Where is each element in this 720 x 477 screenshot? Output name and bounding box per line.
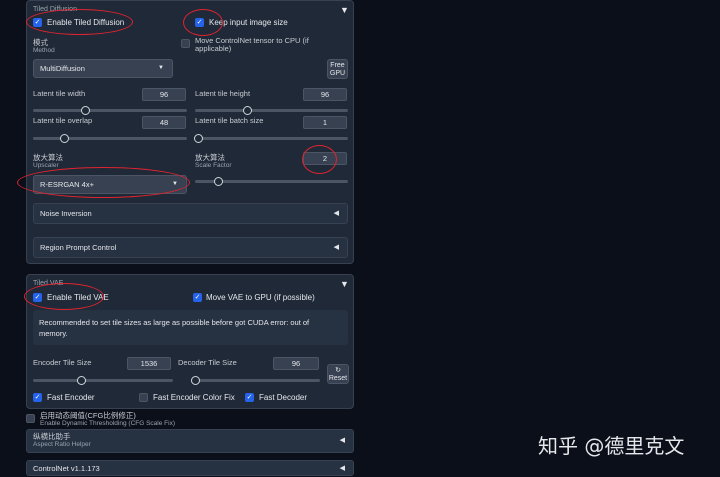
latent-tile-height-slider-handle[interactable] [243,106,252,115]
annotation-circle-keep-input-size [183,9,223,36]
latent-tile-height-label: Latent tile height [195,89,251,98]
vae-notice-box: Recommended to set tile sizes as large a… [33,310,348,345]
latent-tile-overlap-slider[interactable] [33,137,187,140]
move-controlnet-checkbox[interactable] [181,39,190,48]
latent-tile-height-input[interactable]: 96 [303,88,347,101]
fast-encoder-label: Fast Encoder [47,393,95,402]
decoder-tile-size-slider-handle[interactable] [191,376,200,385]
fast-encoder-checkbox[interactable]: ✓ [33,393,42,402]
move-vae-gpu-label: Move VAE to GPU (if possible) [206,293,315,302]
collapse-triangle-icon[interactable]: ▼ [340,5,349,15]
expand-triangle-icon: ◀ [339,465,345,472]
dynamic-threshold-label: 启用动态阈值(CFG比例修正) Enable Dynamic Threshold… [40,411,175,428]
latent-tile-batch-label: Latent tile batch size [195,116,264,125]
dynamic-threshold-checkbox[interactable] [26,414,35,423]
upscaler-label: 放大算法 Upscaler [33,153,63,170]
encoder-tile-size-label: Encoder Tile Size [33,358,92,367]
region-prompt-accordion[interactable]: Region Prompt Control ◀ [33,237,348,258]
move-controlnet-label: Move ControlNet tensor to CPU (if applic… [195,36,309,53]
method-label: 模式 Method [33,38,55,55]
collapse-triangle-icon[interactable]: ▼ [340,279,349,289]
expand-triangle-icon: ◀ [339,437,345,444]
decoder-tile-size-label: Decoder Tile Size [178,358,237,367]
free-gpu-button[interactable]: Free GPU [327,59,348,79]
latent-tile-batch-slider-handle[interactable] [194,134,203,143]
decoder-tile-size-input[interactable]: 96 [273,357,319,370]
aspect-ratio-accordion[interactable]: 纵横比助手 Aspect Ratio Helper ◀ [26,429,354,453]
controlnet-accordion[interactable]: ControlNet v1.1.173 ◀ [26,460,354,476]
reset-button[interactable]: ↻ Reset [327,364,349,384]
method-select[interactable]: MultiDiffusion ▼ [33,59,173,78]
expand-triangle-icon: ◀ [333,244,339,251]
annotation-circle-upscaler [17,167,190,198]
scale-factor-label: 放大算法 Scale Factor [195,153,232,170]
annotation-circle-enable-tiled-vae [24,283,104,310]
latent-tile-width-input[interactable]: 96 [142,88,186,101]
encoder-tile-size-slider-handle[interactable] [77,376,86,385]
move-vae-gpu-checkbox[interactable]: ✓ [193,293,202,302]
scale-factor-slider-handle[interactable] [214,177,223,186]
latent-tile-width-slider[interactable] [33,109,187,112]
tiled-diffusion-panel: Tiled Diffusion ▼ ✓ Enable Tiled Diffusi… [26,0,354,264]
vae-notice-text: Recommended to set tile sizes as large a… [39,318,310,338]
fast-encoder-color-fix-label: Fast Encoder Color Fix [153,393,235,402]
annotation-circle-scale-factor [302,145,337,174]
latent-tile-overlap-input[interactable]: 48 [142,116,186,129]
latent-tile-overlap-slider-handle[interactable] [60,134,69,143]
fast-decoder-label: Fast Decoder [259,393,308,402]
fast-decoder-checkbox[interactable]: ✓ [245,393,254,402]
zhihu-watermark: 知乎 @德里克文 [538,434,685,458]
latent-tile-batch-input[interactable]: 1 [303,116,347,129]
latent-tile-width-label: Latent tile width [33,89,86,98]
encoder-tile-size-input[interactable]: 1536 [127,357,171,370]
latent-tile-batch-slider[interactable] [195,137,348,140]
expand-triangle-icon: ◀ [333,210,339,217]
chevron-down-icon: ▼ [158,65,164,71]
annotation-circle-enable-tiled-diffusion [26,9,133,35]
refresh-icon: ↻ [335,367,341,374]
latent-tile-width-slider-handle[interactable] [81,106,90,115]
latent-tile-height-slider[interactable] [195,109,348,112]
latent-tile-overlap-label: Latent tile overlap [33,116,93,125]
decoder-tile-size-slider[interactable] [192,379,320,382]
encoder-tile-size-slider[interactable] [33,379,173,382]
noise-inversion-accordion[interactable]: Noise Inversion ◀ [33,203,348,224]
fast-encoder-color-fix-checkbox[interactable] [139,393,148,402]
